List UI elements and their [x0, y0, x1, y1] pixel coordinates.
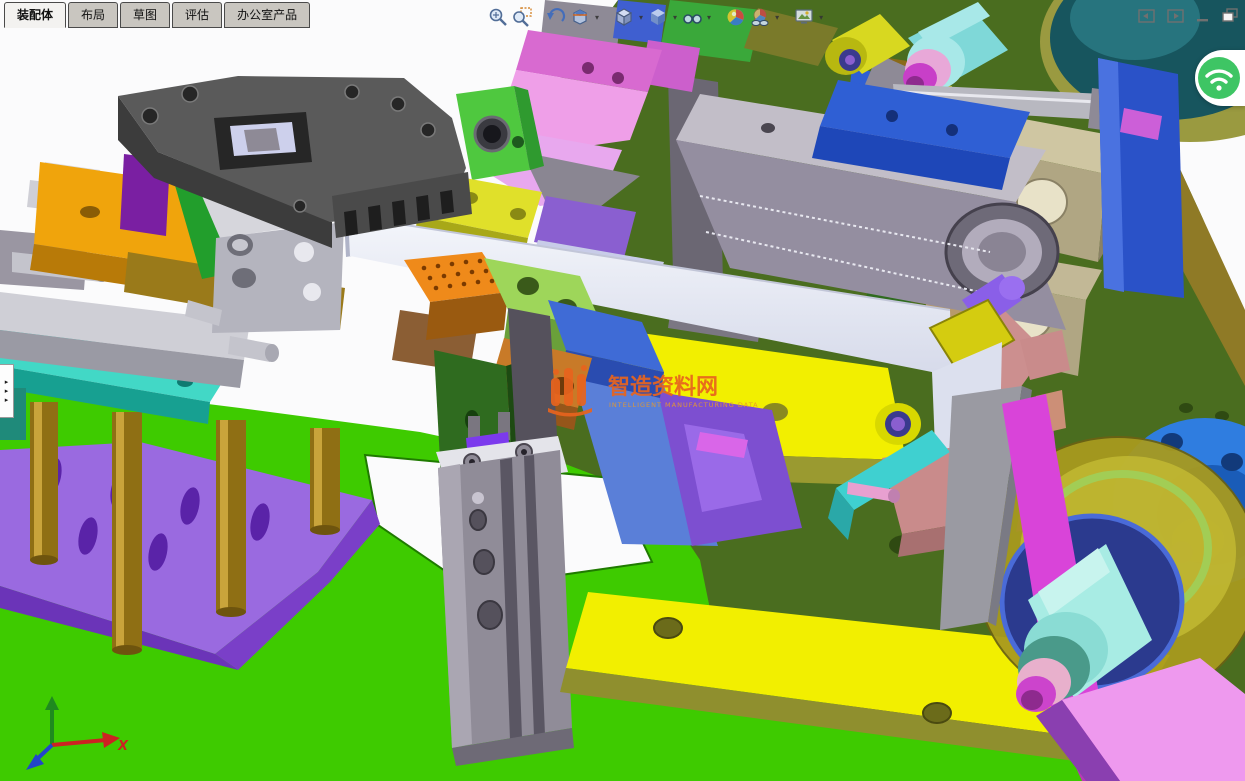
minimize-icon[interactable] — [1196, 9, 1210, 23]
view-settings-dropdown-icon[interactable]: ▾ — [819, 13, 823, 22]
tab-office-products[interactable]: 办公室产品 — [224, 2, 310, 28]
toggle-left-pane-icon[interactable] — [1138, 9, 1155, 23]
orientation-dropdown-icon[interactable]: ▾ — [639, 13, 643, 22]
guide-cylinder-tower[interactable] — [434, 308, 574, 766]
watermark-subtitle: INTELLIGENT MANUFACTURING DATA — [609, 401, 759, 409]
restore-icon[interactable] — [1222, 8, 1239, 23]
triad-x-label: X — [117, 739, 129, 754]
view-settings-icon[interactable] — [794, 7, 814, 27]
expander-arrow-icon: ▸ — [5, 388, 9, 395]
heads-up-view-toolbar: ▾ ▾ ▾ ▾ ▾ ▾ — [488, 7, 824, 27]
wifi-overlay-button[interactable] — [1195, 50, 1245, 106]
section-view-icon[interactable] — [570, 7, 590, 27]
application-window: 智造资料网 INTELLIGENT MANUFACTURING DATA X 装… — [0, 0, 1245, 781]
section-dropdown-icon[interactable]: ▾ — [595, 13, 599, 22]
tab-assembly[interactable]: 装配体 — [4, 2, 66, 28]
zoom-to-fit-icon[interactable] — [488, 7, 508, 27]
hide-show-items-icon[interactable] — [682, 7, 702, 27]
expander-arrow-icon: ▸ — [5, 379, 9, 386]
panel-expander-tab[interactable]: ▸ ▸ ▸ — [0, 364, 14, 418]
apply-scene-dropdown-icon[interactable]: ▾ — [775, 13, 779, 22]
display-style-dropdown-icon[interactable]: ▾ — [673, 13, 677, 22]
wifi-icon — [1196, 55, 1242, 101]
toggle-right-pane-icon[interactable] — [1167, 9, 1184, 23]
3d-viewport[interactable]: 智造资料网 INTELLIGENT MANUFACTURING DATA X — [0, 0, 1245, 781]
tab-layout[interactable]: 布局 — [68, 2, 118, 28]
tab-sketch[interactable]: 草图 — [120, 2, 170, 28]
window-controls — [1138, 8, 1239, 23]
hide-show-dropdown-icon[interactable]: ▾ — [707, 13, 711, 22]
command-manager-tabs: 装配体 布局 草图 评估 办公室产品 — [0, 0, 312, 28]
edit-appearance-icon[interactable] — [726, 7, 746, 27]
previous-view-icon[interactable] — [546, 7, 566, 27]
apply-scene-icon[interactable] — [750, 7, 770, 27]
expander-arrow-icon: ▸ — [5, 397, 9, 404]
watermark-title: 智造资料网 — [608, 374, 718, 400]
display-style-icon[interactable] — [648, 7, 668, 27]
view-orientation-icon[interactable] — [614, 7, 634, 27]
zoom-to-area-icon[interactable] — [512, 7, 532, 27]
tab-evaluate[interactable]: 评估 — [172, 2, 222, 28]
